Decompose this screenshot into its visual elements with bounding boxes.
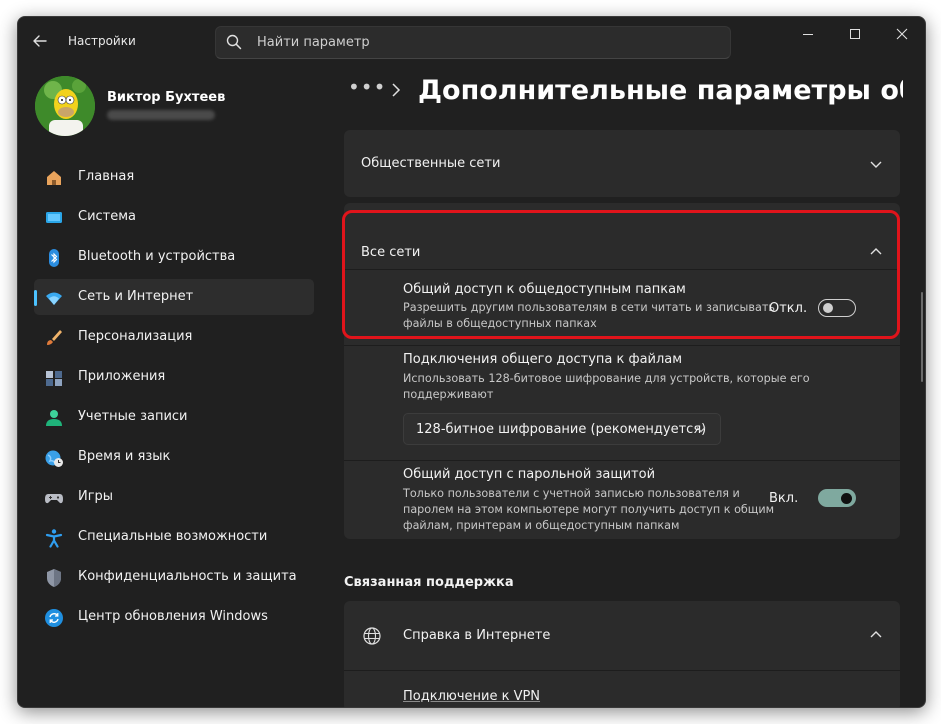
gamepad-icon (45, 494, 63, 504)
sidebar-item-gaming[interactable]: Игры (34, 479, 314, 515)
minimize-button[interactable] (788, 23, 828, 45)
user-name: Виктор Бухтеев (107, 90, 226, 105)
account-icon (46, 410, 62, 426)
sidebar-item-label: Система (78, 209, 137, 224)
sidebar-item-accounts[interactable]: Учетные записи (34, 399, 314, 435)
related-support-heading: Связанная поддержка (344, 575, 514, 590)
sidebar-item-label: Учетные записи (78, 409, 188, 424)
avatar-image (35, 76, 95, 136)
chevron-down-icon (696, 427, 706, 433)
divider (344, 345, 900, 346)
chevron-up-icon[interactable] (869, 630, 883, 640)
avatar[interactable] (35, 76, 95, 136)
settings-window: Настройки Найти параметр Виктор Бухтеев (17, 16, 926, 708)
public-networks-label: Общественные сети (361, 156, 501, 171)
user-email-blurred (107, 110, 215, 120)
update-icon (45, 609, 63, 627)
scrollbar[interactable] (921, 292, 923, 382)
app-title: Настройки (68, 34, 136, 48)
sidebar-item-label: Главная (78, 169, 135, 184)
sidebar-item-bluetooth[interactable]: Bluetooth и устройства (34, 239, 314, 275)
shield-icon (47, 569, 61, 587)
globe-icon (363, 627, 381, 645)
help-online-card: Справка в Интернете Подключение к VPN (344, 601, 900, 707)
highlight-annotation (342, 210, 900, 339)
brush-icon (47, 330, 62, 345)
apps-icon (46, 371, 62, 386)
globe-clock-icon (45, 450, 63, 467)
sidebar-item-label: Центр обновления Windows (78, 609, 268, 624)
sidebar-item-label: Персонализация (78, 329, 193, 344)
sidebar-item-label: Приложения (78, 369, 166, 384)
home-icon (47, 171, 61, 185)
back-arrow-icon[interactable] (30, 31, 50, 51)
toggle-knob (841, 493, 852, 504)
breadcrumb-chevron-icon (392, 83, 401, 97)
wifi-icon (46, 292, 62, 305)
file-sharing-desc-line1: Использовать 128-битовое шифрование для … (403, 372, 810, 385)
divider (344, 670, 900, 671)
password-sharing-desc-line2: паролем на этом компьютере могут получит… (403, 503, 775, 516)
public-networks-card[interactable]: Общественные сети (344, 130, 900, 197)
encryption-dropdown-value: 128-битное шифрование (рекомендуется) (416, 422, 707, 437)
sidebar-item-label: Конфиденциальность и защита (78, 569, 297, 584)
close-button[interactable] (882, 23, 922, 45)
sidebar-item-label: Время и язык (78, 449, 171, 464)
sidebar-item-apps[interactable]: Приложения (34, 359, 314, 395)
sidebar-item-accessibility[interactable]: Специальные возможности (34, 519, 314, 555)
help-online-label[interactable]: Справка в Интернете (403, 628, 550, 643)
file-sharing-desc-line2: поддерживают (403, 388, 494, 401)
chevron-down-icon[interactable] (869, 159, 883, 169)
vpn-link[interactable]: Подключение к VPN (403, 689, 540, 704)
sidebar-item-windows-update[interactable]: Центр обновления Windows (34, 599, 314, 635)
sidebar-item-privacy[interactable]: Конфиденциальность и защита (34, 559, 314, 595)
sidebar-item-system[interactable]: Система (34, 199, 314, 235)
search-icon (226, 34, 242, 50)
password-sharing-title: Общий доступ с парольной защитой (403, 467, 656, 482)
sidebar-item-label: Сеть и Интернет (78, 289, 194, 304)
page-title: Дополнительные параметры общего доступа (418, 75, 903, 106)
sidebar-nav: Главная Система Bluetooth и устройства С… (34, 159, 314, 639)
maximize-button[interactable] (835, 23, 875, 45)
file-sharing-title: Подключения общего доступа к файлам (403, 352, 683, 367)
sidebar-item-label: Игры (78, 489, 114, 504)
divider (344, 460, 900, 461)
encryption-dropdown[interactable]: 128-битное шифрование (рекомендуется) (403, 413, 721, 445)
accessibility-icon (45, 529, 63, 548)
display-icon (46, 212, 62, 223)
sidebar-item-label: Bluetooth и устройства (78, 249, 236, 264)
sidebar-item-time-language[interactable]: Время и язык (34, 439, 314, 475)
breadcrumb-overflow-button[interactable]: ••• (348, 75, 386, 99)
search-box[interactable]: Найти параметр (215, 26, 731, 59)
search-placeholder: Найти параметр (257, 35, 370, 50)
password-sharing-desc-line1: Только пользователи с учетной записью по… (403, 487, 740, 500)
password-sharing-desc-line3: файлам, принтерам и общедоступным папкам (403, 519, 680, 532)
sidebar-item-network[interactable]: Сеть и Интернет (34, 279, 314, 315)
sidebar-item-label: Специальные возможности (78, 529, 268, 544)
sidebar-item-personalization[interactable]: Персонализация (34, 319, 314, 355)
bluetooth-icon (49, 249, 59, 267)
sidebar-item-home[interactable]: Главная (34, 159, 314, 195)
password-sharing-toggle[interactable] (818, 489, 856, 507)
password-sharing-toggle-label: Вкл. (769, 491, 799, 506)
